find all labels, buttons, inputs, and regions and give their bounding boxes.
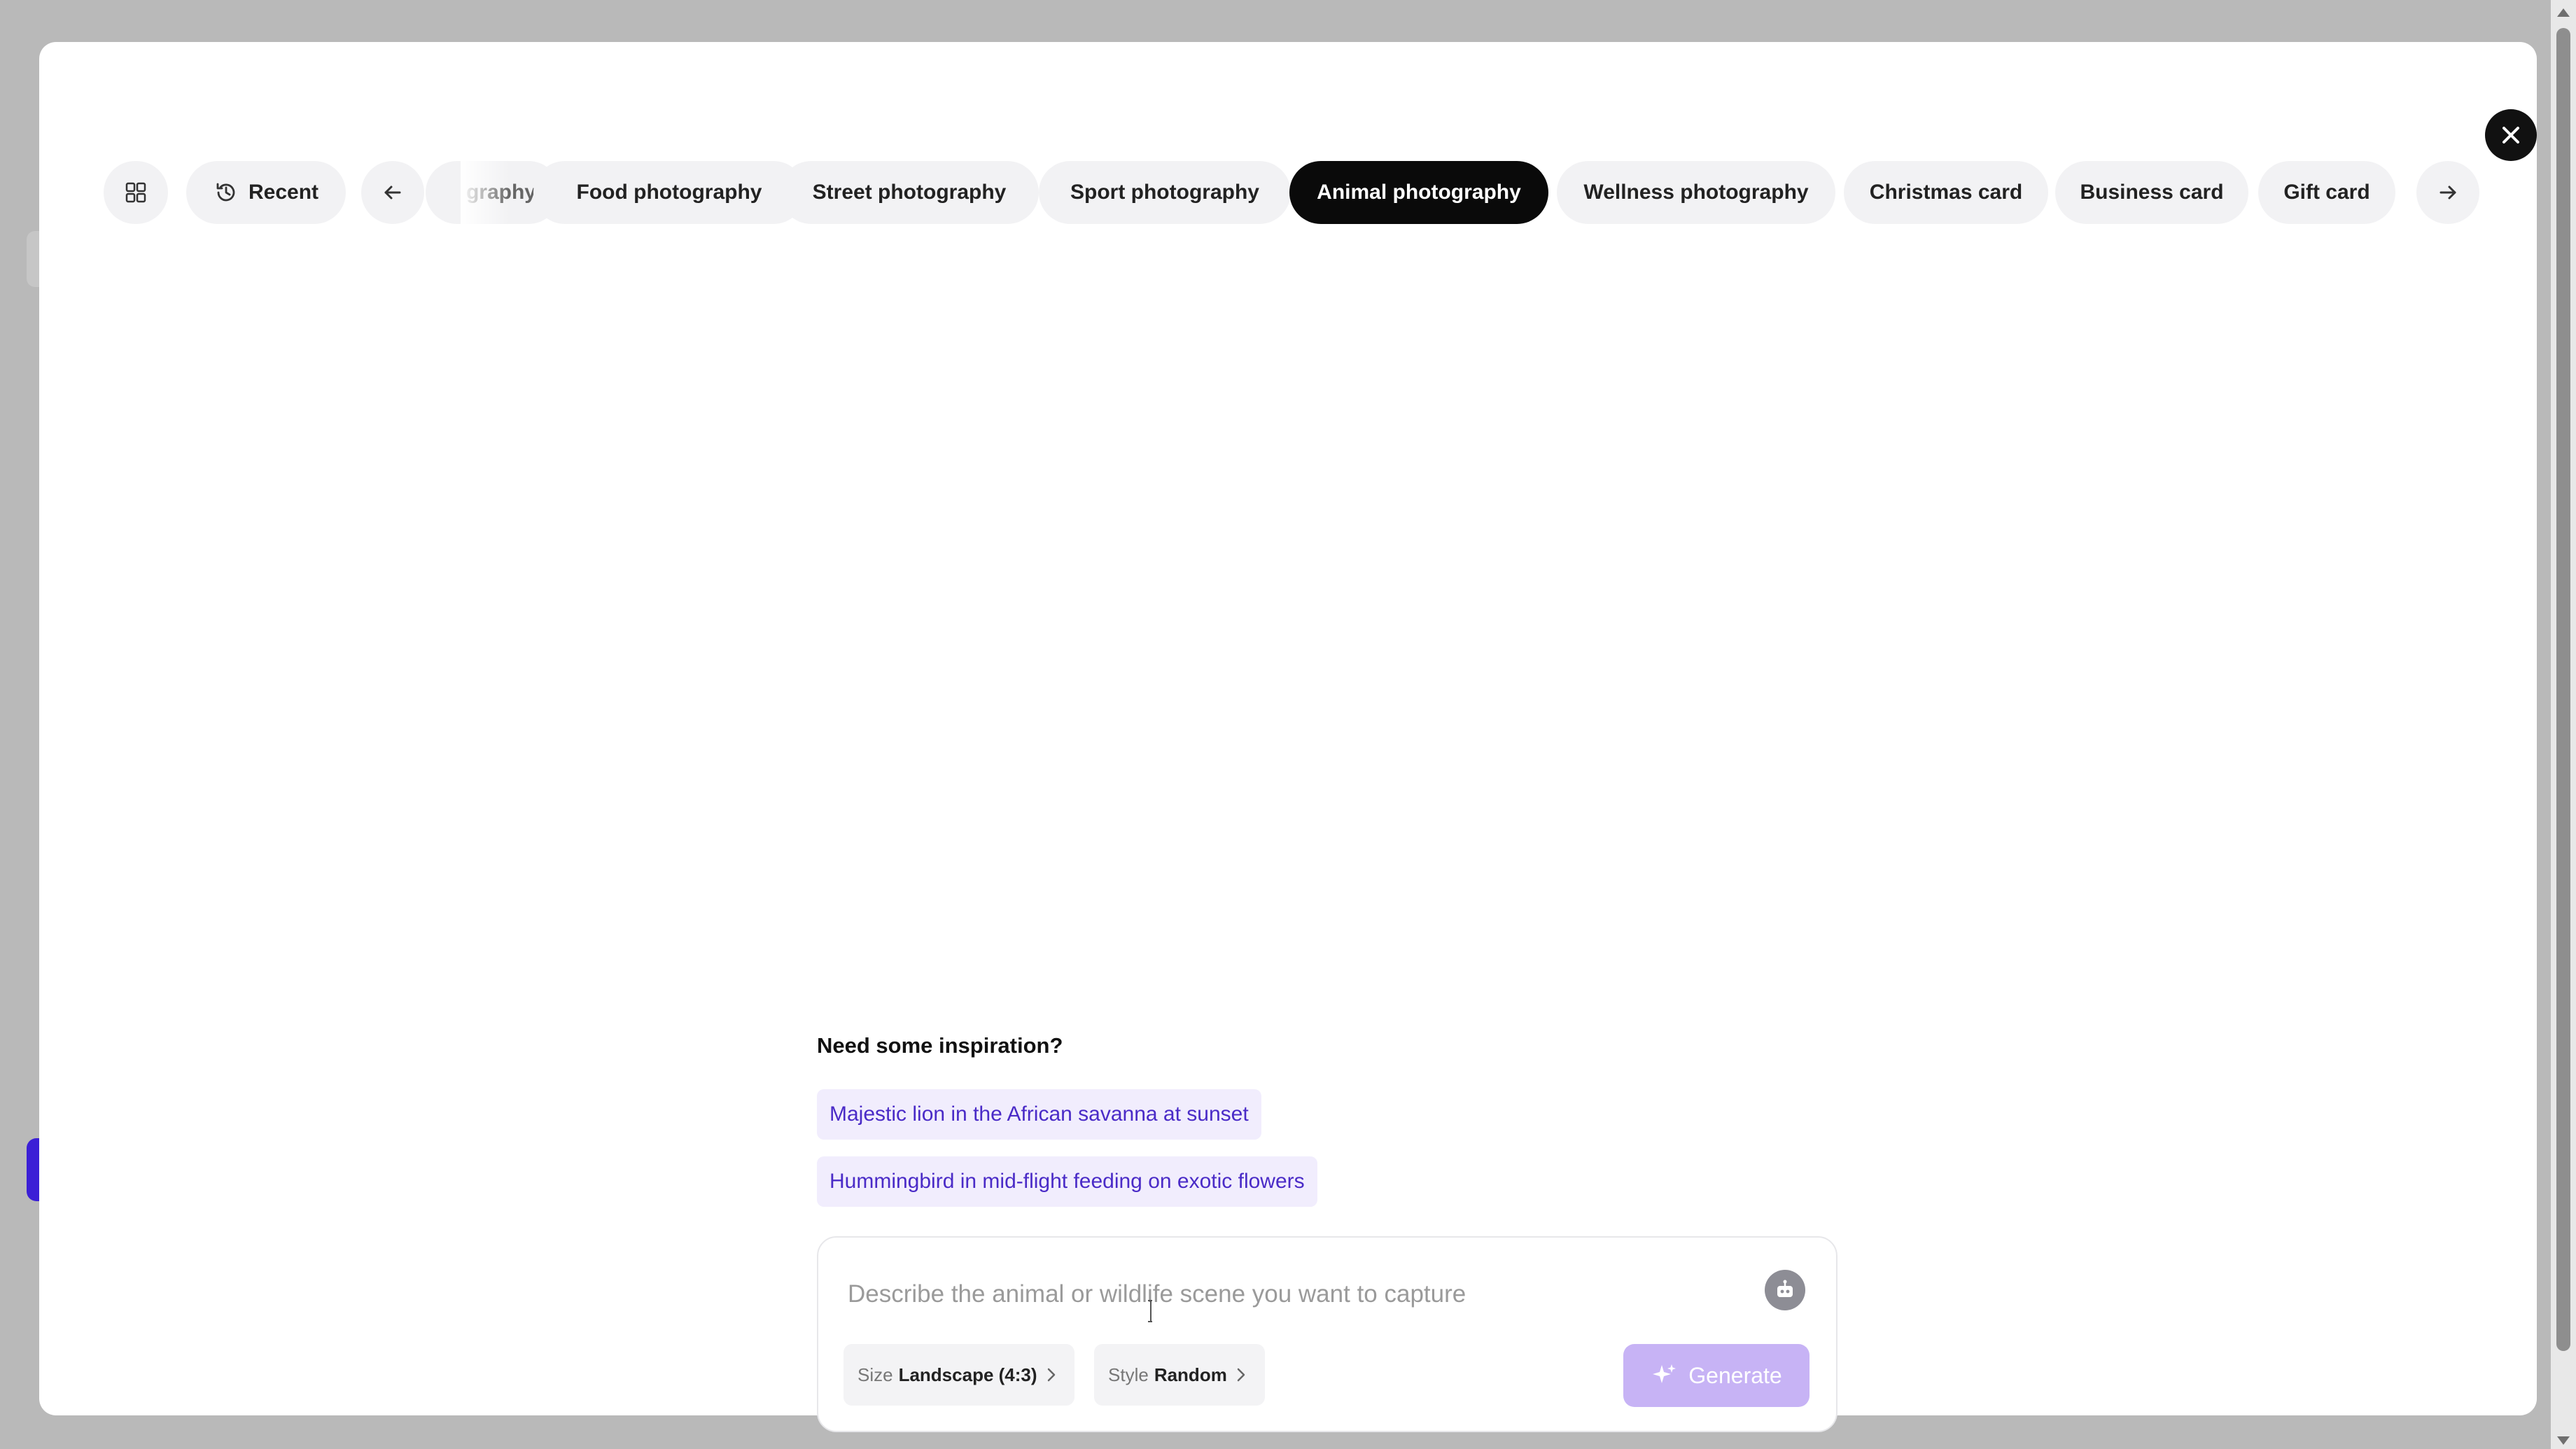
scrollbar[interactable] <box>2551 0 2576 1449</box>
scroll-categories-right-button[interactable] <box>2416 161 2479 224</box>
chevron-right-icon <box>1046 1367 1057 1382</box>
style-value: Random <box>1154 1364 1227 1385</box>
size-selector[interactable]: Size Landscape (4:3) <box>844 1344 1074 1406</box>
category-chip-christmas-card[interactable]: Christmas card <box>1844 161 2048 224</box>
history-icon <box>214 180 239 205</box>
text-cursor-icon <box>1148 1300 1152 1322</box>
category-chip-business-card[interactable]: Business card <box>2055 161 2248 224</box>
category-chip-gift-card[interactable]: Gift card <box>2258 161 2395 224</box>
category-chip-label: Wellness photography <box>1583 181 1809 204</box>
inspiration-heading: Need some inspiration? <box>817 1033 1063 1058</box>
category-chip-animal-photography[interactable]: Animal photography <box>1289 161 1548 224</box>
category-chip-label: Animal photography <box>1317 181 1521 204</box>
arrow-right-icon <box>2440 186 2456 200</box>
category-chip-label: Sport photography <box>1070 181 1259 204</box>
scroll-down-arrow[interactable] <box>2557 1436 2570 1445</box>
category-chip-label: Business card <box>2080 181 2224 204</box>
category-chip-food-photography[interactable]: Food photography <box>533 161 805 224</box>
category-chip-wellness-photography[interactable]: Wellness photography <box>1557 161 1835 224</box>
arrow-left-icon <box>384 186 401 200</box>
generate-image-modal: Recent graphy Food photography Street ph… <box>39 42 2537 1432</box>
style-key: Style <box>1108 1364 1149 1385</box>
category-chip-label: Food photography <box>576 181 762 204</box>
close-icon <box>2502 127 2519 144</box>
grid-icon <box>125 182 146 203</box>
generate-button[interactable]: Generate <box>1623 1344 1809 1407</box>
robot-icon <box>1777 1280 1793 1297</box>
style-selector[interactable]: Style Random <box>1094 1344 1265 1406</box>
prompt-input[interactable] <box>846 1273 1759 1316</box>
suggestion-chip[interactable]: Majestic lion in the African savanna at … <box>817 1089 1261 1140</box>
sparkle-icon <box>1651 1362 1677 1389</box>
category-chip-label: Gift card <box>2283 181 2370 204</box>
category-chip-label: Christmas card <box>1869 181 2023 204</box>
prompt-assistant-button[interactable] <box>1765 1270 1805 1310</box>
scroll-categories-left-button[interactable] <box>361 161 424 224</box>
scroll-thumb[interactable] <box>2556 28 2570 1351</box>
size-key: Size <box>858 1364 893 1385</box>
chevron-right-icon <box>1236 1367 1247 1382</box>
grid-view-button[interactable] <box>104 161 168 224</box>
category-chip-label: Street photography <box>812 181 1007 204</box>
scroll-up-arrow[interactable] <box>2557 8 2570 17</box>
recent-label: Recent <box>248 181 319 204</box>
category-chip-sport-photography[interactable]: Sport photography <box>1039 161 1291 224</box>
suggestion-chip[interactable]: Hummingbird in mid-flight feeding on exo… <box>817 1156 1317 1207</box>
size-value: Landscape (4:3) <box>898 1364 1037 1385</box>
category-chip-street-photography[interactable]: Street photography <box>780 161 1039 224</box>
category-fade-overlay <box>461 161 510 224</box>
prompt-composer: Size Landscape (4:3) Style Random Genera… <box>817 1236 1837 1432</box>
generate-label: Generate <box>1688 1362 1782 1388</box>
close-button[interactable] <box>2485 109 2537 161</box>
recent-button[interactable]: Recent <box>186 161 346 224</box>
